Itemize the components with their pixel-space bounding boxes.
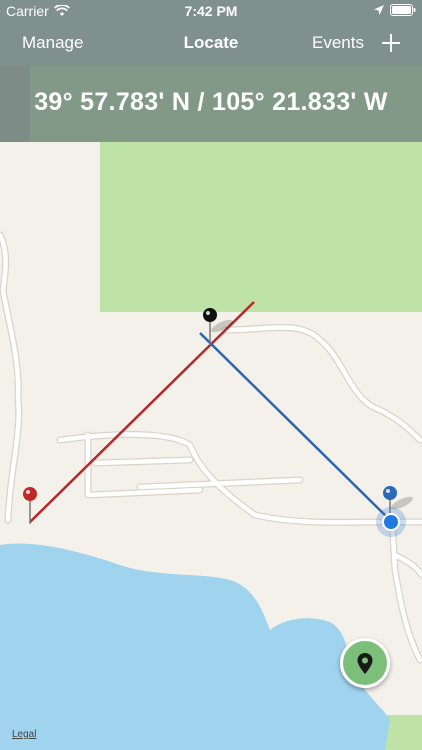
status-time: 7:42 PM bbox=[184, 3, 238, 19]
plus-icon[interactable] bbox=[380, 30, 402, 56]
location-arrow-icon bbox=[374, 5, 384, 15]
status-bar: Carrier 7:42 PM bbox=[0, 0, 422, 22]
nav-bar: Manage Locate Events bbox=[0, 22, 422, 66]
app-screen: Carrier 7:42 PM Manage Locate Events 39°… bbox=[0, 0, 422, 750]
coordinate-readout: 39° 57.783' N / 105° 21.833' W bbox=[34, 88, 388, 116]
current-location-dot bbox=[376, 507, 406, 537]
map-park-large bbox=[100, 142, 422, 312]
locate-button[interactable] bbox=[340, 638, 390, 688]
status-right bbox=[374, 4, 416, 16]
events-button[interactable]: Events bbox=[312, 33, 364, 53]
map-pin-icon bbox=[357, 653, 373, 674]
battery-icon bbox=[390, 4, 416, 16]
coordinate-banner: 39° 57.783' N / 105° 21.833' W bbox=[0, 66, 422, 142]
legal-link[interactable]: Legal bbox=[12, 729, 36, 740]
